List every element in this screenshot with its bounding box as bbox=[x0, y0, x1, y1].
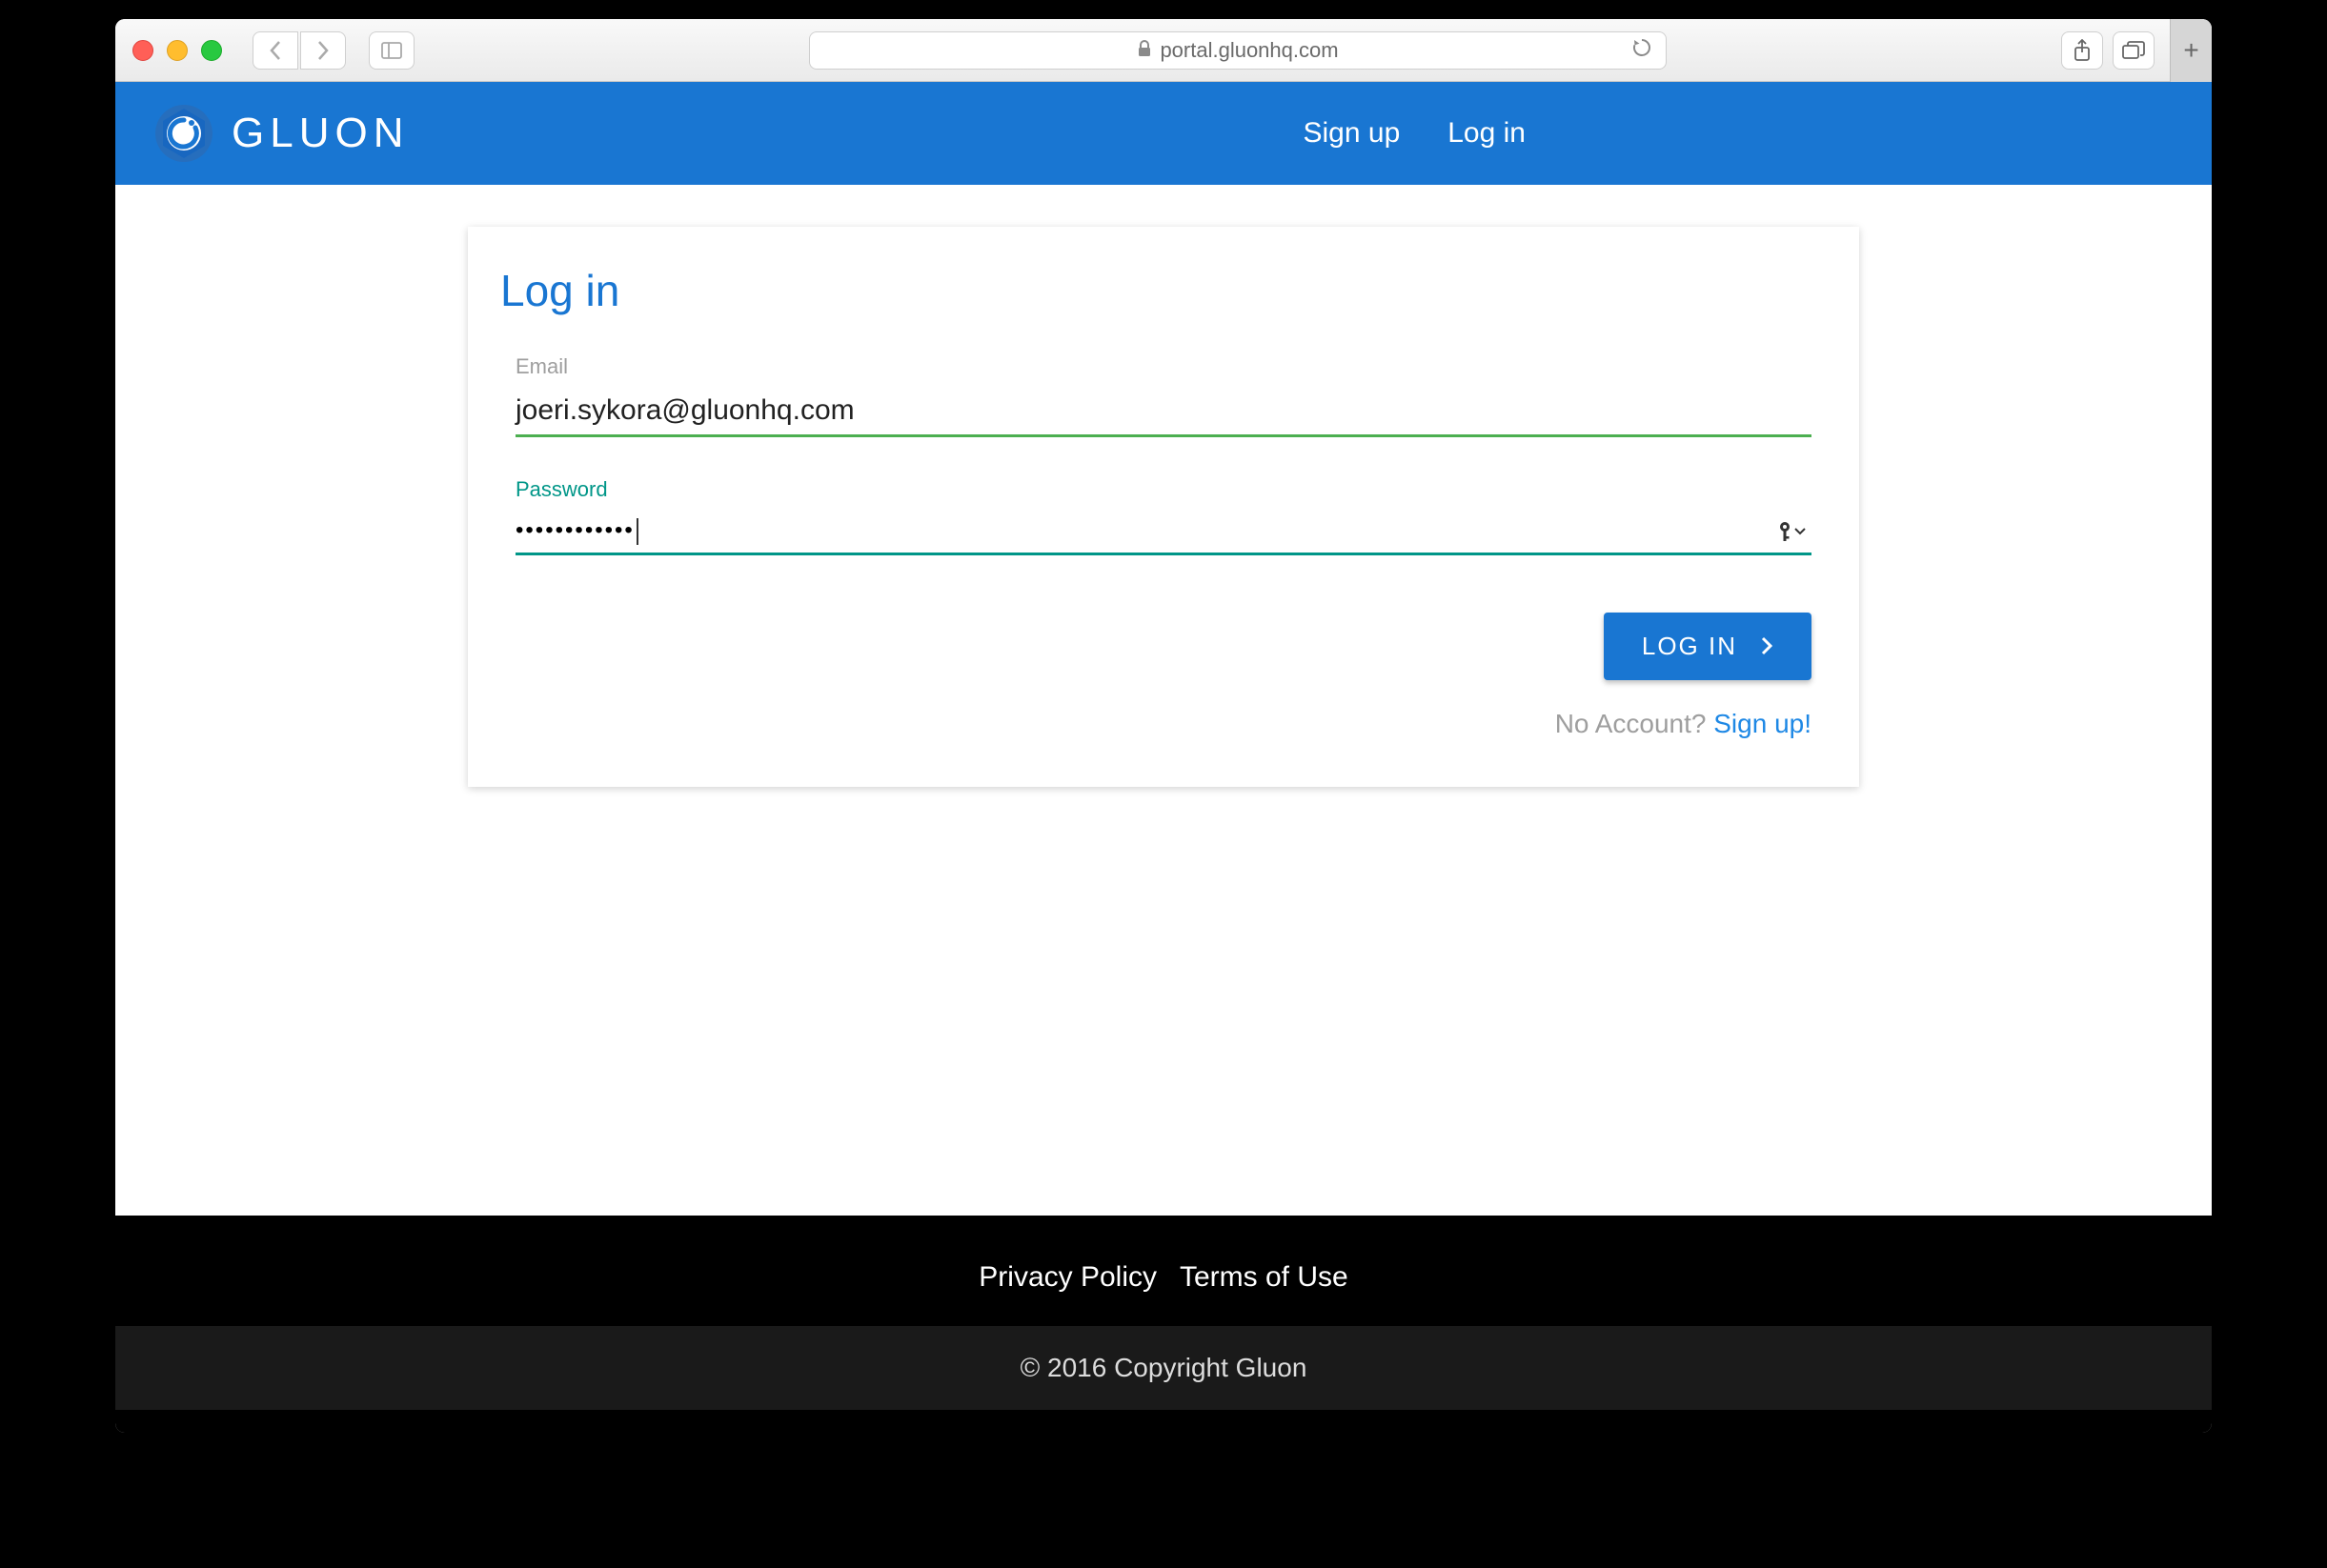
password-autofill-button[interactable] bbox=[1777, 521, 1806, 542]
email-label: Email bbox=[516, 354, 1811, 379]
chevron-left-icon bbox=[268, 40, 283, 61]
signup-prompt: No Account? Sign up! bbox=[1555, 709, 1811, 739]
gluon-logo-text: GLUON bbox=[232, 110, 409, 157]
maximize-window-button[interactable] bbox=[201, 40, 222, 61]
footer-links: Privacy Policy Terms of Use bbox=[115, 1238, 2212, 1317]
login-card: Log in Email joeri.sykora@gluonhq.com Pa… bbox=[468, 227, 1859, 787]
login-title: Log in bbox=[500, 265, 1811, 316]
nav-signup-link[interactable]: Sign up bbox=[1304, 117, 1401, 150]
sidebar-toggle-button[interactable] bbox=[369, 31, 415, 70]
privacy-policy-link[interactable]: Privacy Policy bbox=[979, 1261, 1157, 1294]
minimize-window-button[interactable] bbox=[167, 40, 188, 61]
email-value-text: joeri.sykora@gluonhq.com bbox=[516, 394, 855, 426]
password-value-text: •••••••••••• bbox=[516, 517, 635, 543]
share-button[interactable] bbox=[2061, 31, 2103, 70]
no-account-text: No Account? bbox=[1555, 709, 1714, 738]
nav-buttons bbox=[253, 31, 346, 70]
browser-toolbar: portal.gluonhq.com + bbox=[115, 19, 2212, 82]
forward-button[interactable] bbox=[300, 31, 346, 70]
url-text: portal.gluonhq.com bbox=[1160, 38, 1338, 63]
chevron-right-icon bbox=[1760, 636, 1773, 655]
panel-icon bbox=[381, 42, 402, 59]
key-icon bbox=[1777, 521, 1792, 542]
footer: Privacy Policy Terms of Use © 2016 Copyr… bbox=[115, 1216, 2212, 1433]
address-bar[interactable]: portal.gluonhq.com bbox=[809, 31, 1667, 70]
reload-button[interactable] bbox=[1631, 37, 1652, 64]
chevron-right-icon bbox=[315, 40, 331, 61]
gluon-logo[interactable]: GLUON bbox=[153, 103, 409, 164]
text-caret bbox=[637, 518, 638, 545]
back-button[interactable] bbox=[253, 31, 298, 70]
traffic-lights bbox=[132, 40, 222, 61]
nav-login-link[interactable]: Log in bbox=[1447, 117, 1526, 150]
share-icon bbox=[2073, 39, 2092, 62]
copyright-text: © 2016 Copyright Gluon bbox=[115, 1326, 2212, 1410]
lock-icon bbox=[1137, 38, 1152, 63]
page-content: GLUON Sign up Log in Log in Email joeri.… bbox=[115, 82, 2212, 1216]
app-header: GLUON Sign up Log in bbox=[115, 82, 2212, 185]
password-form-group: Password •••••••••••• bbox=[516, 477, 1811, 555]
browser-window: portal.gluonhq.com + bbox=[115, 19, 2212, 1433]
gluon-logo-mark bbox=[153, 103, 214, 164]
form-actions: LOG IN No Account? Sign up! bbox=[516, 613, 1811, 739]
close-window-button[interactable] bbox=[132, 40, 153, 61]
password-label: Password bbox=[516, 477, 1811, 502]
login-button-label: LOG IN bbox=[1642, 632, 1737, 661]
email-form-group: Email joeri.sykora@gluonhq.com bbox=[516, 354, 1811, 437]
terms-of-use-link[interactable]: Terms of Use bbox=[1180, 1261, 1348, 1294]
signup-link[interactable]: Sign up! bbox=[1713, 709, 1811, 738]
login-submit-button[interactable]: LOG IN bbox=[1604, 613, 1811, 680]
tabs-icon bbox=[2122, 41, 2145, 60]
plus-icon: + bbox=[2183, 35, 2198, 66]
tabs-button[interactable] bbox=[2113, 31, 2155, 70]
new-tab-button[interactable]: + bbox=[2170, 19, 2212, 82]
email-input[interactable]: joeri.sykora@gluonhq.com bbox=[516, 387, 1811, 437]
password-input[interactable]: •••••••••••• bbox=[516, 510, 1811, 555]
chevron-down-icon bbox=[1794, 528, 1806, 535]
header-nav: Sign up Log in bbox=[1304, 117, 1527, 150]
right-chrome-buttons: + bbox=[2061, 30, 2195, 70]
